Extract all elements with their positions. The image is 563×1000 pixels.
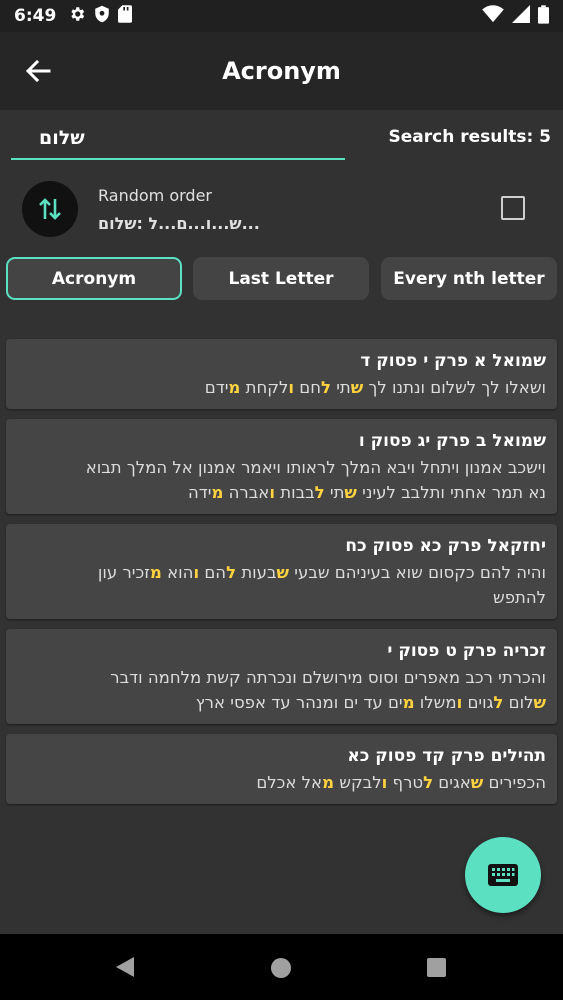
verse-text: אברה	[223, 483, 270, 502]
highlighted-letter: מ	[211, 483, 224, 502]
page-title: Acronym	[222, 57, 341, 85]
verse-text: לקחת	[240, 378, 289, 397]
verse-text: הכפירים	[483, 773, 546, 792]
result-reference: שמואל א פרק י פסוק ד	[360, 351, 546, 371]
option-title: Random order	[98, 186, 212, 205]
highlighted-letter: ש	[533, 693, 546, 712]
verse-text: ידם	[204, 378, 229, 397]
verse-text: לבקש	[334, 773, 382, 792]
result-verse-line: ושאלו לך לשלום ונתנו לך שתי לחם ולקחת מי…	[17, 375, 546, 400]
result-card[interactable]: שמואל ב פרק יג פסוק ו וישכב אמנון ויתחל ו…	[6, 419, 557, 514]
verse-text: אגים	[433, 773, 471, 792]
keyboard-icon	[488, 864, 518, 886]
tab-every-nth-letter[interactable]: Every nth letter	[381, 257, 557, 300]
tab-last-letter[interactable]: Last Letter	[193, 257, 369, 300]
search-input[interactable]	[11, 124, 345, 160]
result-card[interactable]: תהילים פרק קד פסוק כא הכפירים שאגים לטרף …	[6, 734, 557, 804]
verse-text: הוא	[161, 563, 194, 582]
result-reference: תהילים פרק קד פסוק כא	[347, 746, 546, 766]
highlighted-letter: מ	[322, 773, 335, 792]
verse-text: והכרתי רכב מאפרים וסוס מירושלם ונכרתה קש…	[110, 668, 546, 687]
system-nav-bar	[0, 934, 563, 1000]
random-order-checkbox[interactable]	[501, 196, 525, 220]
verse-text: גוים	[462, 693, 494, 712]
verse-text: תי	[330, 378, 351, 397]
verse-text: טרף	[387, 773, 424, 792]
search-row: Search results: 5	[0, 110, 563, 168]
option-avatar	[22, 181, 78, 237]
verse-text: נא תמר אחתי ותלבב לעיני	[356, 483, 546, 502]
highlighted-letter: ל	[493, 693, 504, 712]
result-reference: שמואל ב פרק יג פסוק ו	[358, 431, 546, 451]
verse-text: לום	[503, 693, 534, 712]
result-verse-line: להתפש	[17, 585, 546, 610]
highlighted-letter: ש	[350, 378, 364, 397]
option-subtitle: ש...ו...ם...ל :שלום...	[98, 214, 260, 233]
verse-text: תי	[324, 483, 345, 502]
keyboard-button[interactable]	[465, 837, 541, 913]
verse-text: בבות	[274, 483, 315, 502]
nav-recents-icon[interactable]	[427, 958, 446, 977]
verse-text: בעות	[236, 563, 277, 582]
highlighted-letter: ש	[470, 773, 484, 792]
result-verse-line: שלום לגוים ומשלו מים עד ים ומנהר עד אפסי…	[17, 690, 546, 715]
result-verse-line: הכפירים שאגים לטרף ולבקש מאל אכלם	[17, 770, 546, 795]
result-reference: יחזקאל פרק כא פסוק כח	[345, 536, 546, 556]
status-time: 6:49	[14, 6, 57, 26]
highlighted-letter: ל	[314, 483, 325, 502]
verse-text: ים עד ים ומנהר עד אפסי ארץ	[195, 693, 403, 712]
result-verse-line: וישכב אמנון ויתחל ויבא המלך לראותו ויאמר…	[17, 455, 546, 480]
verse-text: ושאלו לך לשלום ונתנו לך	[363, 378, 547, 397]
highlighted-letter: מ	[402, 693, 415, 712]
highlighted-letter: ל	[226, 563, 237, 582]
result-card[interactable]: שמואל א פרק י פסוק ד ושאלו לך לשלום ונתנו…	[6, 339, 557, 409]
result-reference: זכריה פרק ט פסוק י	[387, 641, 546, 661]
verse-text: להתפש	[493, 588, 546, 607]
verse-text: זכיר עון	[97, 563, 150, 582]
results-list: שמואל א פרק י פסוק ד ושאלו לך לשלום ונתנו…	[6, 339, 557, 814]
verse-text: ידה	[187, 483, 212, 502]
arrow-back-icon	[25, 59, 51, 83]
verse-text: משלו	[414, 693, 457, 712]
highlighted-letter: ש	[276, 563, 290, 582]
result-card[interactable]: זכריה פרק ט פסוק י והכרתי רכב מאפרים וסוס…	[6, 629, 557, 724]
highlighted-letter: ל	[320, 378, 331, 397]
signal-icon	[512, 5, 530, 27]
shield-icon	[94, 5, 110, 27]
verse-text: חם	[294, 378, 321, 397]
back-button[interactable]	[22, 57, 54, 85]
verse-text: והיה להם כקסום שוא בעיניהם שבעי	[289, 563, 546, 582]
nav-back-icon[interactable]	[115, 956, 135, 978]
wifi-icon	[482, 5, 504, 27]
mode-tabs: Acronym Last Letter Every nth letter	[0, 257, 563, 301]
result-verse-line: נא תמר אחתי ותלבב לעיני שתי לבבות ואברה …	[17, 480, 546, 505]
nav-home-icon[interactable]	[271, 958, 291, 978]
highlighted-letter: ש	[344, 483, 357, 502]
tab-acronym[interactable]: Acronym	[6, 257, 182, 300]
highlighted-letter: מ	[228, 378, 241, 397]
battery-icon	[538, 4, 549, 28]
result-verse-line: והיה להם כקסום שוא בעיניהם שבעי שבעות לה…	[17, 560, 546, 585]
status-bar: 6:49	[0, 0, 563, 32]
search-results-count: Search results: 5	[388, 127, 551, 147]
highlighted-letter: מ	[149, 563, 162, 582]
result-verse-line: והכרתי רכב מאפרים וסוס מירושלם ונכרתה קש…	[17, 665, 546, 690]
app-bar: Acronym	[0, 32, 563, 110]
result-card[interactable]: יחזקאל פרק כא פסוק כח והיה להם כקסום שוא …	[6, 524, 557, 619]
swap-vertical-icon	[39, 198, 61, 220]
sd-card-icon	[118, 5, 133, 27]
verse-text: וישכב אמנון ויתחל ויבא המלך לראותו ויאמר…	[85, 458, 546, 477]
gear-icon	[68, 5, 86, 27]
verse-text: אל אכלם	[256, 773, 323, 792]
random-order-option[interactable]: Random order ש...ו...ם...ל :שלום...	[0, 170, 563, 248]
verse-text: הם	[199, 563, 227, 582]
highlighted-letter: ל	[423, 773, 434, 792]
